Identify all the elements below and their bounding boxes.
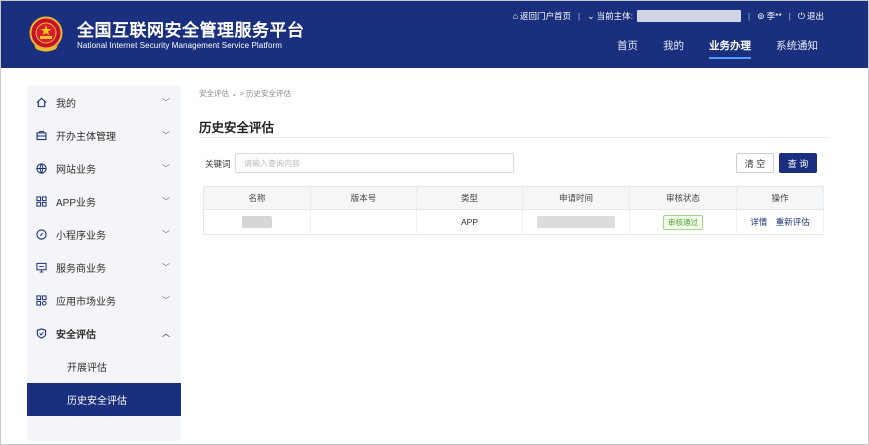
sidebar-item-label: APP业务 [56,198,97,209]
sidebar-item-label: 小程序业务 [56,231,106,242]
keyword-input[interactable] [235,153,514,173]
apps-icon [35,295,47,307]
column-header-apply-time: 申请时间 [522,186,630,210]
briefcase-icon [35,130,47,142]
column-header-name: 名称 [203,186,311,210]
platform-title: 全国互联网安全管理服务平台 [77,21,305,40]
cell-actions: 详情 重新评估 [736,209,824,235]
sidebar-item-miniprogram[interactable]: 小程序业务 ﹀ [27,218,181,251]
divider [199,137,830,138]
sidebar-subitem-history-assessment[interactable]: 历史安全评估 [27,383,181,416]
reassess-link[interactable]: 重新评估 [776,217,810,227]
cell-status: 审核通过 [629,209,737,235]
compass-icon [35,229,47,241]
user-icon: ⊚ [757,10,765,21]
divider: | [578,11,581,21]
sidebar-item-label: 服务商业务 [56,264,106,275]
chevron-down-icon: ﹀ [162,263,170,272]
redacted-name [242,216,272,228]
chevron-down-icon: ﹀ [162,230,170,239]
globe-icon [35,163,47,175]
home-icon [35,97,47,109]
cell-name [203,209,311,235]
clear-button[interactable]: 清 空 [736,153,774,173]
chevron-down-icon: ﹀ [162,296,170,305]
sidebar-item-label: 应用市场业务 [56,297,116,308]
sidebar-item-security-assessment[interactable]: 安全评估 ︿ [27,317,181,350]
status-badge: 审核通过 [663,214,703,230]
top-header: 全国互联网安全管理服务平台 National Internet Security… [1,1,868,68]
nav-notifications[interactable]: 系统通知 [776,38,818,59]
table-header-row: 名称 版本号 类型 申请时间 审核状态 操作 [203,186,824,210]
main-nav: 首页 我的 业务办理 系统通知 [592,38,818,59]
column-header-status: 审核状态 [629,186,737,210]
sidebar-item-label: 网站业务 [56,165,96,176]
portal-home-link[interactable]: 返回门户首页 [520,10,571,22]
platform-subtitle: National Internet Security Management Se… [77,41,283,50]
logout-link[interactable]: 退出 [807,10,824,22]
chevron-down-icon[interactable]: ⌄ [587,11,595,22]
chevron-down-icon: ﹀ [162,131,170,140]
top-utility-bar: ⌂ 返回门户首页 | ⌄ 当前主体: | ⊚ 李** | ⏻ 退出 [513,9,824,23]
cell-version [310,209,417,235]
user-name[interactable]: 李** [767,10,782,22]
chevron-down-icon: ﹀ [162,164,170,173]
shield-icon [35,328,47,340]
current-entity-value[interactable] [637,10,742,22]
sidebar-item-app-market[interactable]: 应用市场业务 ﹀ [27,284,181,317]
breadcrumb-parent[interactable]: 安全评估 [199,89,229,98]
keyword-label: 关键词 [205,159,231,169]
sidebar: 我的 ﹀ 开办主体管理 ﹀ 网站业务 ﹀ APP业务 ﹀ 小程序业务 ﹀ 服务商… [27,86,181,441]
nav-mine[interactable]: 我的 [663,38,684,59]
sidebar-item-app[interactable]: APP业务 ﹀ [27,185,181,218]
chevron-up-icon: ︿ [162,329,170,338]
detail-link[interactable]: 详情 [750,217,767,227]
sidebar-subitem-start-assessment[interactable]: 开展评估 [27,350,181,383]
breadcrumb: 安全评估 ⌄ > 历史安全评估 [199,88,291,99]
assessment-history-table: 名称 版本号 类型 申请时间 审核状态 操作 APP 审核通过 详情 重新评估 [203,186,824,235]
column-header-actions: 操作 [736,186,824,210]
sidebar-item-label: 开办主体管理 [56,132,116,143]
sidebar-item-mine[interactable]: 我的 ﹀ [27,86,181,119]
power-icon[interactable]: ⏻ [798,11,805,22]
cell-type: APP [416,209,523,235]
breadcrumb-separator: > [239,89,244,98]
divider: | [748,11,751,21]
sidebar-item-entity-management[interactable]: 开办主体管理 ﹀ [27,119,181,152]
query-button[interactable]: 查 询 [779,153,817,173]
sidebar-item-label: 我的 [56,99,76,110]
sidebar-item-service-provider[interactable]: 服务商业务 ﹀ [27,251,181,284]
nav-home[interactable]: 首页 [617,38,638,59]
monitor-icon [35,262,47,274]
home-link-icon: ⌂ [512,11,519,21]
breadcrumb-current: 历史安全评估 [245,89,291,98]
redacted-time [537,216,615,228]
page-title: 历史安全评估 [199,121,275,135]
column-header-version: 版本号 [310,186,417,210]
national-emblem-icon [29,16,63,52]
chevron-down-icon: ﹀ [162,98,170,107]
column-header-type: 类型 [416,186,523,210]
table-row: APP 审核通过 详情 重新评估 [203,209,824,235]
grid-icon [35,196,47,208]
current-entity-label: 当前主体: [596,11,634,21]
chevron-down-icon: ﹀ [162,197,170,206]
cell-apply-time [522,209,630,235]
divider: | [788,11,791,21]
sidebar-item-website[interactable]: 网站业务 ﹀ [27,152,181,185]
sidebar-item-label: 安全评估 [56,330,96,341]
nav-business[interactable]: 业务办理 [709,38,751,59]
